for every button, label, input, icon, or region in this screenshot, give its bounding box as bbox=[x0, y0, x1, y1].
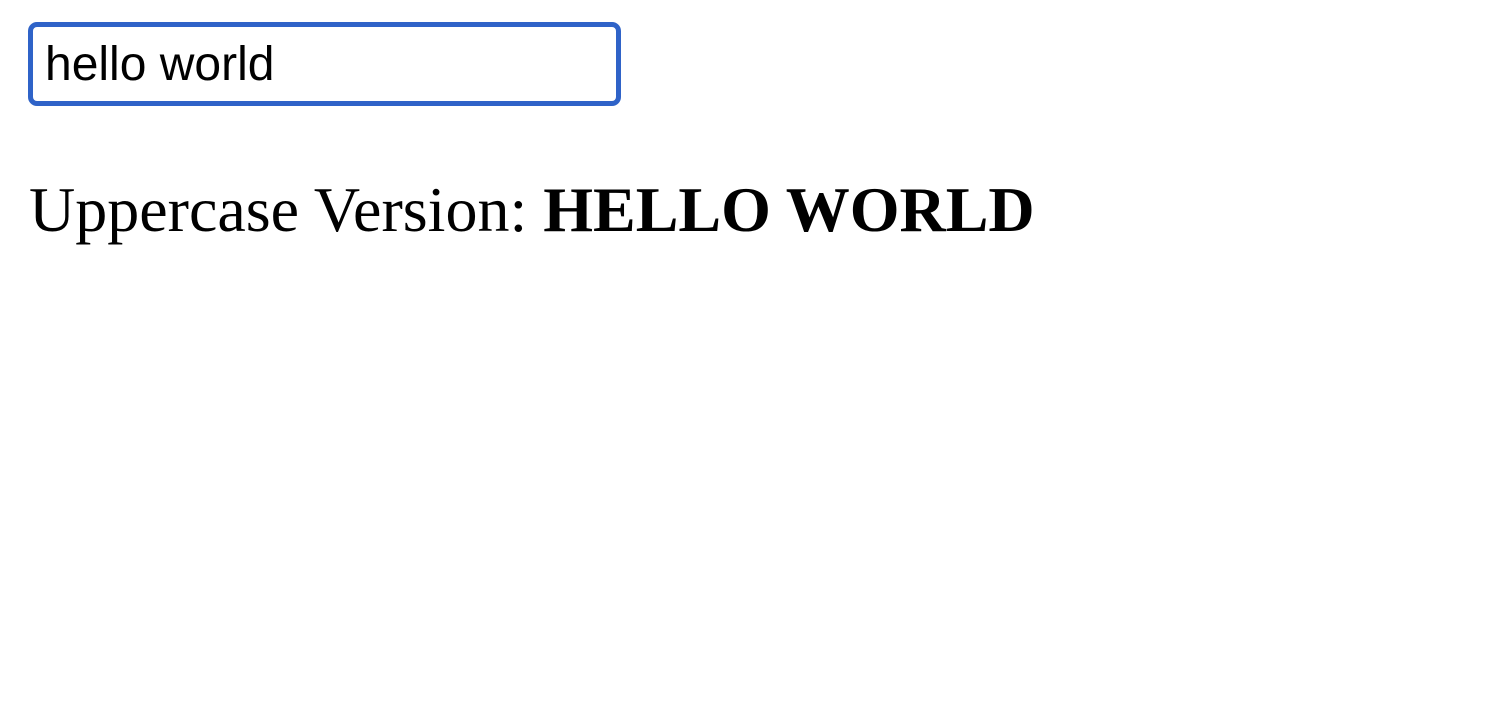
text-input[interactable] bbox=[28, 22, 621, 106]
uppercase-value: HELLO WORLD bbox=[543, 174, 1035, 245]
uppercase-label: Uppercase Version: bbox=[29, 174, 544, 245]
uppercase-output: Uppercase Version: HELLO WORLD bbox=[29, 172, 1035, 248]
